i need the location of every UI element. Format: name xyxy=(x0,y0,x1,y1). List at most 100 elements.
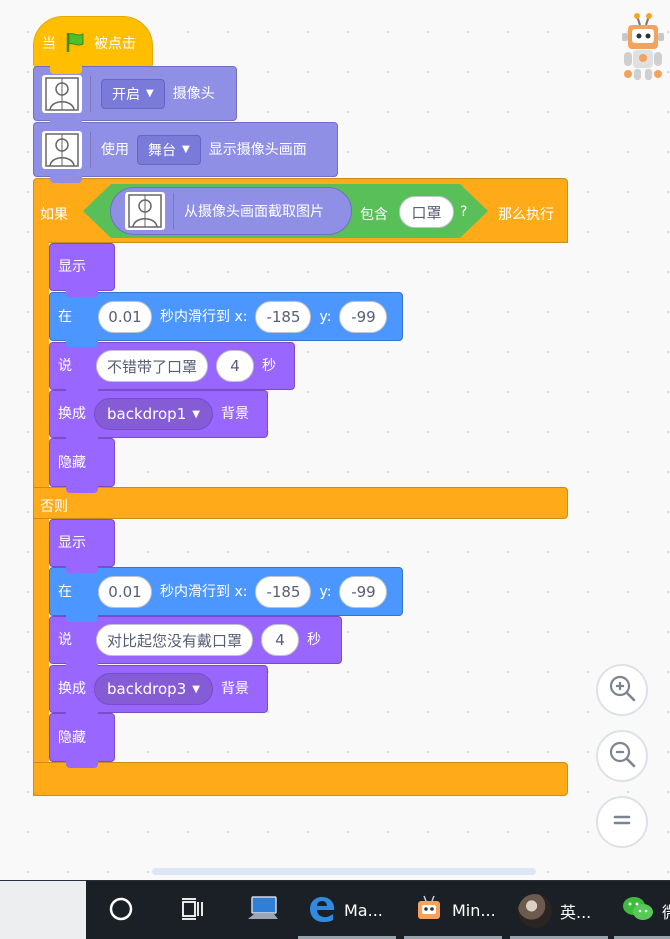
taskbar-cortana[interactable] xyxy=(108,881,134,939)
hide-block[interactable]: 隐藏 xyxy=(49,713,115,768)
camera-state-value: 开启 xyxy=(112,86,140,103)
switch-backdrop-block[interactable]: 换成 backdrop3 ▼ 背景 xyxy=(49,665,268,719)
glide-y-input[interactable]: -99 xyxy=(339,300,388,333)
camera-state-dropdown[interactable]: 开启 ▼ xyxy=(101,78,165,109)
hide-label: 隐藏 xyxy=(58,729,86,746)
secs-label: 秒 xyxy=(262,358,277,374)
show-camera-block[interactable]: 使用 舞台 ▼ 显示摄像头画面 xyxy=(33,122,338,183)
glide-in-label: 在 xyxy=(58,583,72,600)
contains-label: 包含 xyxy=(360,207,388,223)
backdrop-dropdown[interactable]: backdrop1 ▼ xyxy=(94,398,213,430)
zoom-in-button[interactable] xyxy=(596,664,648,716)
switch-backdrop-block[interactable]: 换成 backdrop1 ▼ 背景 xyxy=(49,390,268,444)
say-label: 说 xyxy=(58,632,72,648)
show-label: 显示 xyxy=(58,259,86,275)
zoom-in-icon xyxy=(607,673,637,707)
chevron-down-icon: ▼ xyxy=(146,88,154,99)
taskbar-edge[interactable]: Ma... xyxy=(308,881,383,939)
horizontal-scrollbar[interactable] xyxy=(152,868,536,875)
snapshot-label: 从摄像头画面截取图片 xyxy=(184,204,324,220)
say-secs-input[interactable]: 4 xyxy=(216,350,255,382)
glide-to-xy-block[interactable]: 在 0.01 秒内滑行到 x: -185 y: -99 xyxy=(49,292,403,347)
taskbar-label: 微 xyxy=(662,899,670,923)
glide-secs-input[interactable]: 0.01 xyxy=(98,575,152,608)
when-flag-clicked-block[interactable]: 当 被点击 xyxy=(33,16,153,74)
when-label: 当 xyxy=(42,36,56,52)
say-for-secs-block[interactable]: 说 不错带了口罩 4 秒 xyxy=(49,342,295,396)
hide-label: 隐藏 xyxy=(58,454,86,471)
cortana-circle-icon xyxy=(108,896,134,926)
taskbar: Ma... Min... 英... 微 xyxy=(0,880,670,939)
taskbar-label: Min... xyxy=(452,901,496,920)
taskbar-this-pc[interactable] xyxy=(246,881,280,939)
display-target-dropdown[interactable]: 舞台 ▼ xyxy=(137,134,201,165)
reset-zoom-button[interactable] xyxy=(596,796,648,848)
camera-extension-icon xyxy=(42,130,82,169)
say-secs-input[interactable]: 4 xyxy=(261,624,300,656)
glide-secs-input[interactable]: 0.01 xyxy=(98,300,152,333)
glide-x-input[interactable]: -185 xyxy=(255,300,312,333)
display-target-value: 舞台 xyxy=(148,142,176,159)
taskbar-search-area[interactable] xyxy=(0,881,86,939)
glide-to-label: 秒内滑行到 x: xyxy=(160,583,248,600)
say-message-input[interactable]: 对比起您没有戴口罩 xyxy=(96,624,254,656)
green-flag-icon xyxy=(64,31,86,57)
glide-to-xy-block[interactable]: 在 0.01 秒内滑行到 x: -185 y: -99 xyxy=(49,567,403,622)
glide-y-label: y: xyxy=(319,583,332,600)
target-object-input[interactable]: 口罩 xyxy=(399,196,454,228)
camera-extension-icon xyxy=(42,74,82,113)
sprite-robot-icon xyxy=(618,12,668,84)
secs-label: 秒 xyxy=(307,632,322,648)
glide-y-label: y: xyxy=(319,308,332,325)
show-block[interactable]: 显示 xyxy=(49,243,115,297)
backdrop-dropdown[interactable]: backdrop3 ▼ xyxy=(94,673,213,705)
edge-icon xyxy=(308,895,336,927)
taskbar-task-view[interactable] xyxy=(180,881,206,939)
zoom-out-button[interactable] xyxy=(596,730,648,782)
backdrop-value: backdrop3 xyxy=(107,680,187,698)
show-label: 显示 xyxy=(58,535,86,551)
switch-label: 换成 xyxy=(58,406,86,422)
equals-icon xyxy=(610,808,634,836)
chevron-down-icon: ▼ xyxy=(192,408,200,420)
taskbar-wechat[interactable]: 微 xyxy=(622,881,670,939)
hide-block[interactable]: 隐藏 xyxy=(49,438,115,493)
glide-y-input[interactable]: -99 xyxy=(339,575,388,608)
say-for-secs-block[interactable]: 说 对比起您没有戴口罩 4 秒 xyxy=(49,616,342,670)
clicked-label: 被点击 xyxy=(94,36,136,52)
taskbar-label: 英... xyxy=(560,902,592,922)
if-label: 如果 xyxy=(40,207,68,223)
mind-app-icon xyxy=(414,894,444,928)
taskbar-label: Ma... xyxy=(344,901,383,920)
chevron-down-icon: ▼ xyxy=(192,683,200,695)
task-view-icon xyxy=(180,896,206,926)
then-label: 那么执行 xyxy=(498,207,554,223)
taskbar-mind-app[interactable]: Min... xyxy=(414,881,496,939)
else-label: 否则 xyxy=(40,499,68,515)
camera-label: 摄像头 xyxy=(172,85,215,102)
backdrop-label: 背景 xyxy=(220,681,249,697)
camera-extension-icon xyxy=(125,192,165,230)
glide-to-label: 秒内滑行到 x: xyxy=(160,308,248,325)
glide-x-input[interactable]: -185 xyxy=(255,575,312,608)
code-workspace[interactable]: 当 被点击 开启 ▼ 摄像头 使用 舞台 ▼ 显示摄像头画面 如果 否则 那么执… xyxy=(0,0,670,880)
else-bar[interactable] xyxy=(33,487,568,519)
backdrop-value: backdrop1 xyxy=(107,405,187,423)
avatar-photo xyxy=(518,893,552,928)
glide-in-label: 在 xyxy=(58,308,72,325)
say-label: 说 xyxy=(58,358,72,374)
show-block[interactable]: 显示 xyxy=(49,519,115,573)
taskbar-photo-app[interactable]: 英... xyxy=(518,881,591,939)
zoom-out-icon xyxy=(607,739,637,773)
if-footer xyxy=(33,762,568,796)
wechat-icon xyxy=(622,895,654,927)
switch-label: 换成 xyxy=(58,681,86,697)
use-label: 使用 xyxy=(101,141,129,158)
say-message-input[interactable]: 不错带了口罩 xyxy=(96,350,209,382)
show-camera-label: 显示摄像头画面 xyxy=(208,141,307,158)
camera-snapshot-reporter[interactable]: 从摄像头画面截取图片 xyxy=(110,187,352,235)
chevron-down-icon: ▼ xyxy=(182,144,190,155)
turn-camera-block[interactable]: 开启 ▼ 摄像头 xyxy=(33,66,237,127)
backdrop-label: 背景 xyxy=(220,406,249,422)
question-label: ? xyxy=(460,204,468,220)
